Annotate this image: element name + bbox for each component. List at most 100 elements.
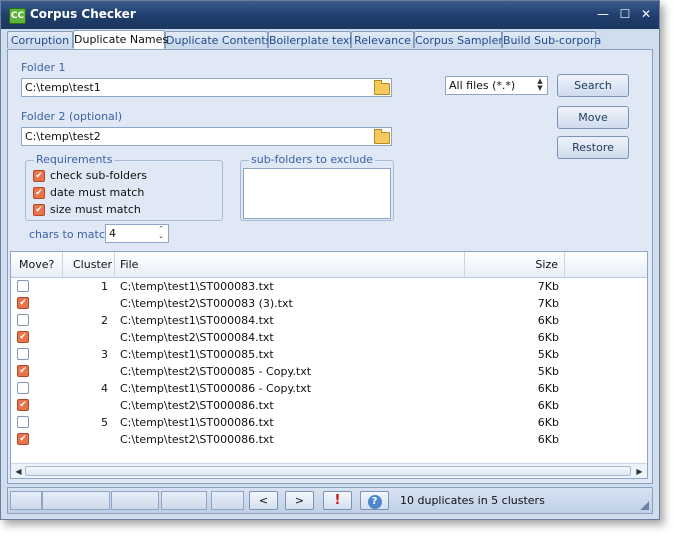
status-panel-2 (42, 491, 110, 510)
cluster-cell (63, 431, 108, 448)
table-row[interactable]: ✔ C:\temp\test2\ST000084.txt 6Kb (11, 329, 647, 346)
tab-corruption[interactable]: Corruption (7, 31, 73, 48)
duplicates-grid: Move? Cluster File Size 1 C:\temp\test1\S… (10, 251, 648, 479)
move-checkbox[interactable]: ✔ (17, 433, 29, 445)
scroll-right-icon[interactable]: ▶ (633, 465, 646, 478)
folder1-browse-icon[interactable] (374, 80, 390, 95)
header-move[interactable]: Move? (11, 252, 63, 277)
status-panel-4 (161, 491, 207, 510)
move-checkbox[interactable]: ✔ (17, 297, 29, 309)
subfolders-exclude-list[interactable] (243, 168, 391, 219)
file-cell: C:\temp\test1\ST000085.txt (120, 348, 274, 361)
chars-to-match-stepper[interactable]: 4 ⌃ ⌄ (105, 224, 169, 243)
move-checkbox[interactable]: ✔ (17, 399, 29, 411)
header-file[interactable]: File (115, 252, 465, 277)
cluster-cell (63, 397, 108, 414)
grid-header: Move? Cluster File Size (11, 252, 647, 278)
folder2-field[interactable]: C:\temp\test2 (21, 127, 392, 146)
table-row[interactable]: 1 C:\temp\test1\ST000083.txt 7Kb (11, 278, 647, 295)
tab-build-sub-corpora[interactable]: Build Sub-corpora (502, 31, 601, 48)
app-logo-icon: CC (9, 8, 26, 24)
tab-relevance[interactable]: Relevance (351, 31, 414, 48)
size-cell: 6Kb (537, 416, 559, 429)
minimize-icon[interactable]: — (595, 7, 611, 21)
folder2-label: Folder 2 (optional) (21, 110, 123, 123)
tab-duplicate-contents[interactable]: Duplicate Contents (165, 31, 271, 48)
size-cell: 6Kb (537, 433, 559, 446)
file-cell: C:\temp\test1\ST000086.txt (120, 416, 274, 429)
move-checkbox[interactable] (17, 348, 29, 360)
move-checkbox[interactable]: ✔ (17, 331, 29, 343)
alert-icon[interactable]: ! (323, 491, 352, 510)
status-panel-5 (211, 491, 244, 510)
tab-duplicate-names[interactable]: Duplicate Names (73, 30, 168, 49)
header-cluster[interactable]: Cluster (63, 252, 115, 277)
tab-corpus-sampler[interactable]: Corpus Sampler (414, 31, 503, 48)
file-cell: C:\temp\test1\ST000086 - Copy.txt (120, 382, 312, 395)
file-cell: C:\temp\test1\ST000083.txt (120, 280, 274, 293)
maximize-icon[interactable]: ☐ (617, 7, 633, 21)
help-icon: ? (367, 495, 382, 509)
scroll-thumb[interactable] (25, 466, 631, 476)
move-checkbox[interactable] (17, 314, 29, 326)
file-cell: C:\temp\test2\ST000084.txt (120, 331, 274, 344)
subfolders-exclude-title: sub-folders to exclude (249, 153, 376, 166)
size-cell: 7Kb (537, 280, 559, 293)
file-cell: C:\temp\test2\ST000086.txt (120, 433, 274, 446)
previous-button[interactable]: < (249, 491, 278, 510)
table-row[interactable]: 5 C:\temp\test1\ST000086.txt 6Kb (11, 414, 647, 431)
folder2-browse-icon[interactable] (374, 129, 390, 144)
cluster-cell: 1 (101, 280, 108, 293)
cluster-cell (63, 295, 108, 312)
help-button[interactable]: ? (360, 491, 389, 510)
status-panel-3 (111, 491, 159, 510)
file-filter-select[interactable]: All files (*.*) ▲ ▼ (445, 76, 548, 95)
check-subfolders-checkbox[interactable]: ✔ (33, 170, 45, 182)
horizontal-scrollbar[interactable]: ◀ ▶ (11, 463, 647, 478)
search-button[interactable]: Search (557, 74, 629, 97)
move-checkbox[interactable] (17, 382, 29, 394)
table-row[interactable]: ✔ C:\temp\test2\ST000086.txt 6Kb (11, 397, 647, 414)
folder1-field[interactable]: C:\temp\test1 (21, 78, 392, 97)
resize-grip-icon[interactable] (640, 501, 649, 510)
status-bar: < > ! ? 10 duplicates in 5 clusters (7, 487, 653, 514)
date-match-label: date must match (50, 186, 145, 199)
scroll-left-icon[interactable]: ◀ (12, 465, 25, 478)
close-icon[interactable]: ✕ (638, 7, 654, 21)
table-row[interactable]: 2 C:\temp\test1\ST000084.txt 6Kb (11, 312, 647, 329)
table-row[interactable]: 4 C:\temp\test1\ST000086 - Copy.txt 6Kb (11, 380, 647, 397)
status-panel-1 (10, 491, 42, 510)
file-filter-spin-icon[interactable]: ▲ ▼ (534, 78, 546, 93)
size-cell: 6Kb (537, 399, 559, 412)
size-match-checkbox[interactable]: ✔ (33, 204, 45, 216)
size-cell: 7Kb (537, 297, 559, 310)
next-button[interactable]: > (285, 491, 314, 510)
window-title: Corpus Checker (30, 7, 136, 21)
size-cell: 5Kb (537, 365, 559, 378)
move-checkbox[interactable] (17, 280, 29, 292)
chars-to-match-value: 4 (109, 227, 116, 240)
file-filter-value: All files (*.*) (449, 79, 516, 92)
restore-button[interactable]: Restore (557, 136, 629, 159)
date-match-checkbox[interactable]: ✔ (33, 187, 45, 199)
table-row[interactable]: ✔ C:\temp\test2\ST000083 (3).txt 7Kb (11, 295, 647, 312)
header-size[interactable]: Size (465, 252, 565, 277)
move-checkbox[interactable]: ✔ (17, 365, 29, 377)
main-window: CC Corpus Checker — ☐ ✕ Corruption Dupli… (0, 0, 660, 520)
table-row[interactable]: ✔ C:\temp\test2\ST000085 - Copy.txt 5Kb (11, 363, 647, 380)
size-match-label: size must match (50, 203, 141, 216)
check-subfolders-label: check sub-folders (50, 169, 148, 182)
title-bar[interactable]: CC Corpus Checker — ☐ ✕ (1, 1, 659, 29)
move-button[interactable]: Move (557, 106, 629, 129)
table-row[interactable]: ✔ C:\temp\test2\ST000086.txt 6Kb (11, 431, 647, 448)
file-cell: C:\temp\test2\ST000083 (3).txt (120, 297, 293, 310)
stepper-arrows-icon[interactable]: ⌃ ⌄ (155, 226, 167, 241)
move-checkbox[interactable] (17, 416, 29, 428)
requirements-title: Requirements (34, 153, 115, 166)
size-cell: 6Kb (537, 382, 559, 395)
chars-to-match-label: chars to match (29, 228, 112, 241)
table-row[interactable]: 3 C:\temp\test1\ST000085.txt 5Kb (11, 346, 647, 363)
tab-boilerplate-text[interactable]: Boilerplate text (268, 31, 354, 48)
size-cell: 6Kb (537, 314, 559, 327)
file-cell: C:\temp\test1\ST000084.txt (120, 314, 274, 327)
